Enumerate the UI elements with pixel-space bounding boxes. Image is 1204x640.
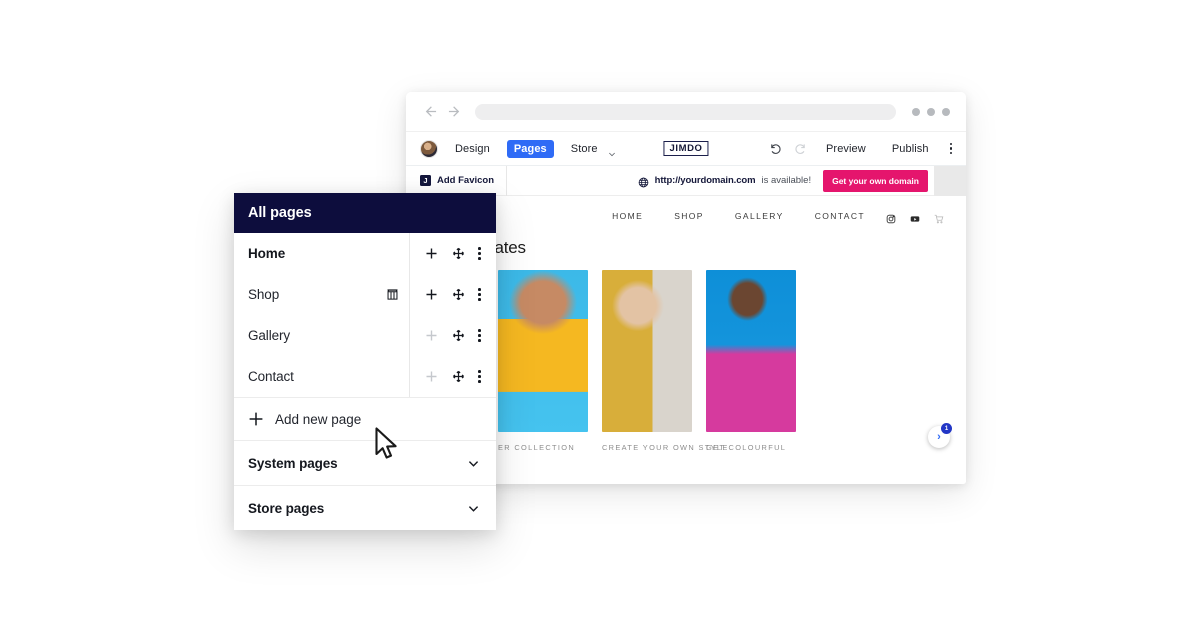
move-icon[interactable] — [452, 370, 465, 383]
undo-icon[interactable] — [769, 142, 782, 155]
add-favicon-label: Add Favicon — [437, 175, 495, 186]
add-subpage-icon[interactable] — [425, 288, 438, 301]
plus-icon — [248, 411, 264, 427]
page-row-shop[interactable]: Shop — [234, 274, 496, 315]
gallery-card[interactable]: CREATE YOUR OWN STYLE — [602, 270, 729, 452]
chevron-down-icon[interactable] — [608, 145, 616, 156]
site-nav-gallery[interactable]: GALLERY — [735, 211, 784, 221]
browser-nav-arrows — [422, 104, 463, 119]
youtube-icon[interactable] — [910, 211, 920, 222]
page-name: Gallery — [248, 328, 291, 343]
chevron-down-icon — [467, 502, 480, 515]
tab-design[interactable]: Design — [448, 140, 497, 158]
strip-end-block — [934, 165, 966, 196]
domain-strip: J Add Favicon http://yourdomain.com is a… — [406, 165, 966, 196]
screen: Design Pages Store JIMDO Preview Publish… — [0, 0, 1204, 640]
gallery-photo — [498, 270, 588, 432]
gallery-card[interactable]: GET COLOURFUL — [706, 270, 796, 452]
window-controls[interactable] — [912, 107, 950, 116]
page-badge-slot — [386, 288, 409, 301]
page-more-icon[interactable] — [478, 288, 482, 301]
add-favicon-button[interactable]: J Add Favicon — [406, 165, 508, 196]
toolbar-right: Preview Publish — [769, 140, 954, 158]
gallery-photo — [602, 270, 692, 432]
add-subpage-icon[interactable] — [425, 247, 438, 260]
move-icon[interactable] — [452, 247, 465, 260]
chat-arrow-icon: › — [937, 431, 941, 443]
kebab-menu-icon[interactable] — [948, 142, 954, 155]
gallery-caption: GET COLOURFUL — [706, 443, 787, 452]
gallery-caption: CREATE YOUR OWN STYLE — [602, 443, 729, 452]
page-actions — [409, 233, 496, 274]
move-icon[interactable] — [452, 288, 465, 301]
page-actions — [409, 356, 496, 397]
system-pages-label: System pages — [248, 455, 338, 471]
system-pages-group[interactable]: System pages — [234, 441, 496, 485]
chat-badge: 1 — [941, 423, 952, 434]
domain-info: http://yourdomain.com is available! Get … — [638, 169, 928, 192]
domain-availability: is available! — [761, 175, 812, 186]
page-row-gallery[interactable]: Gallery — [234, 315, 496, 356]
sidebar-title: All pages — [234, 193, 496, 233]
page-actions — [409, 274, 496, 315]
page-row-contact[interactable]: Contact — [234, 356, 496, 397]
tab-pages[interactable]: Pages — [506, 139, 554, 158]
get-domain-button[interactable]: Get your own domain — [823, 169, 928, 192]
site-nav-contact[interactable]: CONTACT — [815, 211, 865, 221]
page-more-icon[interactable] — [478, 370, 482, 383]
domain-url: http://yourdomain.com — [654, 175, 756, 186]
add-subpage-icon[interactable] — [425, 329, 438, 342]
page-name: Shop — [248, 287, 280, 302]
add-new-page-button[interactable]: Add new page — [234, 398, 496, 440]
gallery-card[interactable]: ER COLLECTION — [498, 270, 588, 452]
site-nav-home[interactable]: HOME — [612, 211, 643, 221]
browser-chrome — [406, 92, 966, 132]
page-name: Contact — [248, 369, 294, 384]
mouse-cursor — [375, 427, 397, 459]
chevron-down-icon — [467, 457, 480, 470]
gallery-caption: ER COLLECTION — [498, 443, 576, 452]
jimdo-logo: JIMDO — [663, 141, 709, 156]
pages-sidebar: All pages Home Shop Gallery Contact Add … — [234, 193, 496, 530]
redo-icon[interactable] — [794, 142, 807, 155]
gallery-photo — [706, 270, 796, 432]
avatar[interactable] — [420, 139, 438, 158]
shop-icon — [386, 288, 399, 301]
store-pages-label: Store pages — [248, 500, 325, 516]
move-icon[interactable] — [452, 329, 465, 342]
store-pages-group[interactable]: Store pages — [234, 486, 496, 530]
add-new-page-label: Add new page — [275, 411, 362, 427]
globe-icon — [638, 175, 649, 188]
preview-button[interactable]: Preview — [819, 140, 873, 158]
add-subpage-icon[interactable] — [425, 370, 438, 383]
page-list: Home Shop Gallery Contact — [234, 233, 496, 397]
page-name: Home — [248, 246, 286, 261]
page-more-icon[interactable] — [478, 329, 482, 342]
tab-store[interactable]: Store — [564, 140, 605, 158]
editor-toolbar: Design Pages Store JIMDO Preview Publish — [406, 132, 966, 166]
site-social-icons — [886, 211, 944, 224]
publish-button[interactable]: Publish — [885, 140, 936, 158]
arrow-left-icon[interactable] — [422, 104, 437, 119]
chat-widget-button[interactable]: › 1 — [928, 423, 952, 448]
site-nav-shop[interactable]: SHOP — [674, 211, 704, 221]
cart-icon[interactable] — [934, 211, 944, 224]
page-more-icon[interactable] — [478, 247, 482, 260]
url-input[interactable] — [475, 103, 896, 120]
page-row-home[interactable]: Home — [234, 233, 496, 274]
arrow-right-icon[interactable] — [448, 104, 463, 119]
page-actions — [409, 315, 496, 356]
instagram-icon[interactable] — [886, 211, 896, 224]
favicon-icon: J — [420, 175, 431, 186]
